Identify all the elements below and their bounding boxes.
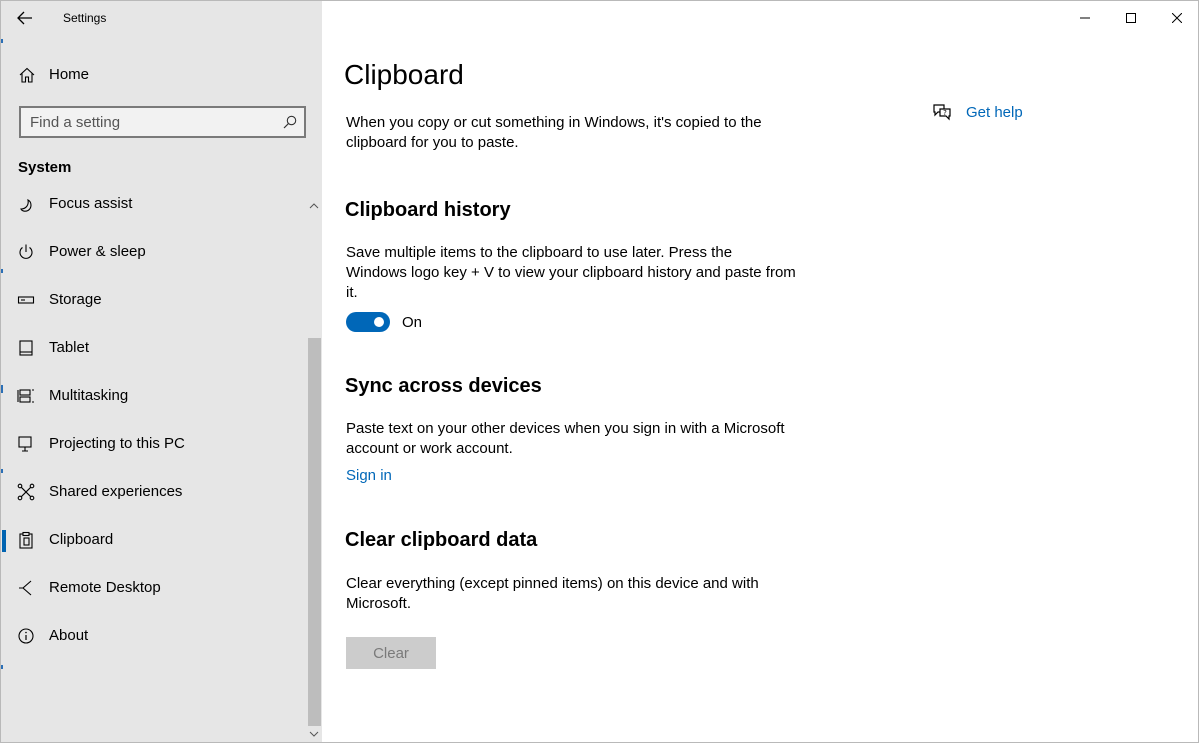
home-icon: [19, 67, 35, 83]
get-help-link[interactable]: ? Get help: [932, 102, 1023, 122]
chevron-up-icon[interactable]: [309, 201, 319, 211]
sidebar-item-label: Storage: [49, 291, 102, 308]
sidebar-item-storage[interactable]: Storage: [1, 278, 306, 322]
active-indicator: [2, 530, 6, 552]
maximize-icon: [1126, 13, 1136, 23]
clear-data-heading: Clear clipboard data: [345, 529, 538, 551]
sidebar-item-focus-assist[interactable]: Focus assist: [1, 189, 306, 226]
main-content: Clipboard ? Get help When you copy or cu…: [322, 1, 1198, 742]
page-title: Clipboard: [344, 59, 464, 90]
back-button[interactable]: [9, 5, 41, 31]
sign-in-link[interactable]: Sign in: [346, 467, 392, 484]
sidebar-item-label: Projecting to this PC: [49, 435, 185, 452]
clipboard-history-toggle[interactable]: [346, 312, 390, 332]
sidebar-item-label: Focus assist: [49, 195, 133, 212]
toggle-state-label: On: [402, 314, 423, 331]
sidebar-item-power-sleep[interactable]: Power & sleep: [1, 230, 306, 274]
settings-window: Settings Home System Focus assist: [0, 0, 1199, 743]
help-chat-icon: ?: [933, 104, 951, 121]
storage-icon: [17, 296, 35, 304]
clipboard-icon: [19, 531, 33, 549]
sidebar-item-label: Multitasking: [49, 387, 129, 404]
sidebar-item-label: Tablet: [49, 339, 90, 356]
title-bar: Settings: [1, 1, 322, 35]
sidebar-item-home[interactable]: Home: [1, 57, 322, 93]
sidebar-item-projecting[interactable]: Projecting to this PC: [1, 422, 306, 466]
sidebar-item-multitasking[interactable]: Multitasking: [1, 374, 306, 418]
sidebar-item-about[interactable]: About: [1, 614, 306, 658]
back-arrow-icon: [17, 11, 32, 25]
close-icon: [1172, 13, 1182, 23]
svg-text:?: ?: [943, 109, 947, 117]
sidebar-nav: Focus assist Power & sleep Storage Table…: [1, 189, 306, 742]
sidebar-item-label: About: [49, 627, 89, 644]
search-input[interactable]: [21, 108, 304, 136]
section-heading-system: System: [18, 159, 72, 176]
toggle-knob: [374, 317, 384, 327]
sidebar-scrollbar[interactable]: [306, 189, 322, 742]
window-controls: [1062, 1, 1198, 35]
minimize-button[interactable]: [1062, 1, 1108, 35]
projecting-icon: [18, 436, 32, 452]
chevron-down-icon[interactable]: [309, 729, 319, 739]
sidebar-item-label: Remote Desktop: [49, 579, 161, 596]
maximize-button[interactable]: [1108, 1, 1154, 35]
sidebar-item-label: Shared experiences: [49, 483, 183, 500]
sidebar-item-label: Power & sleep: [49, 243, 146, 260]
minimize-icon: [1080, 17, 1090, 19]
remote-desktop-icon: [19, 580, 32, 596]
multitasking-icon: [17, 389, 34, 403]
home-label: Home: [49, 66, 90, 83]
search-icon[interactable]: [283, 115, 297, 129]
intro-text: When you copy or cut something in Window…: [346, 114, 762, 151]
search-box[interactable]: [19, 106, 306, 138]
close-button[interactable]: [1154, 1, 1198, 35]
sidebar: Settings Home System Focus assist: [1, 1, 322, 742]
sidebar-item-clipboard[interactable]: Clipboard: [1, 518, 306, 562]
get-help-label: Get help: [966, 103, 1023, 121]
moon-icon: [20, 199, 32, 212]
sidebar-item-label: Clipboard: [49, 531, 114, 548]
sync-heading: Sync across devices: [345, 375, 542, 397]
info-icon: [18, 628, 34, 644]
shared-experiences-icon: [17, 483, 35, 501]
sidebar-item-tablet[interactable]: Tablet: [1, 326, 306, 370]
sidebar-item-shared-experiences[interactable]: Shared experiences: [1, 470, 306, 514]
scrollbar-thumb[interactable]: [308, 338, 321, 726]
app-title: Settings: [63, 11, 107, 25]
tablet-icon: [19, 340, 33, 356]
clipboard-history-heading: Clipboard history: [345, 199, 511, 221]
clipboard-history-description: Save multiple items to the clipboard to …: [346, 244, 796, 301]
sync-description: Paste text on your other devices when yo…: [346, 420, 785, 457]
power-icon: [19, 244, 33, 259]
clear-button[interactable]: Clear: [346, 637, 436, 669]
clear-data-description: Clear everything (except pinned items) o…: [346, 575, 759, 612]
sidebar-item-remote-desktop[interactable]: Remote Desktop: [1, 566, 306, 610]
